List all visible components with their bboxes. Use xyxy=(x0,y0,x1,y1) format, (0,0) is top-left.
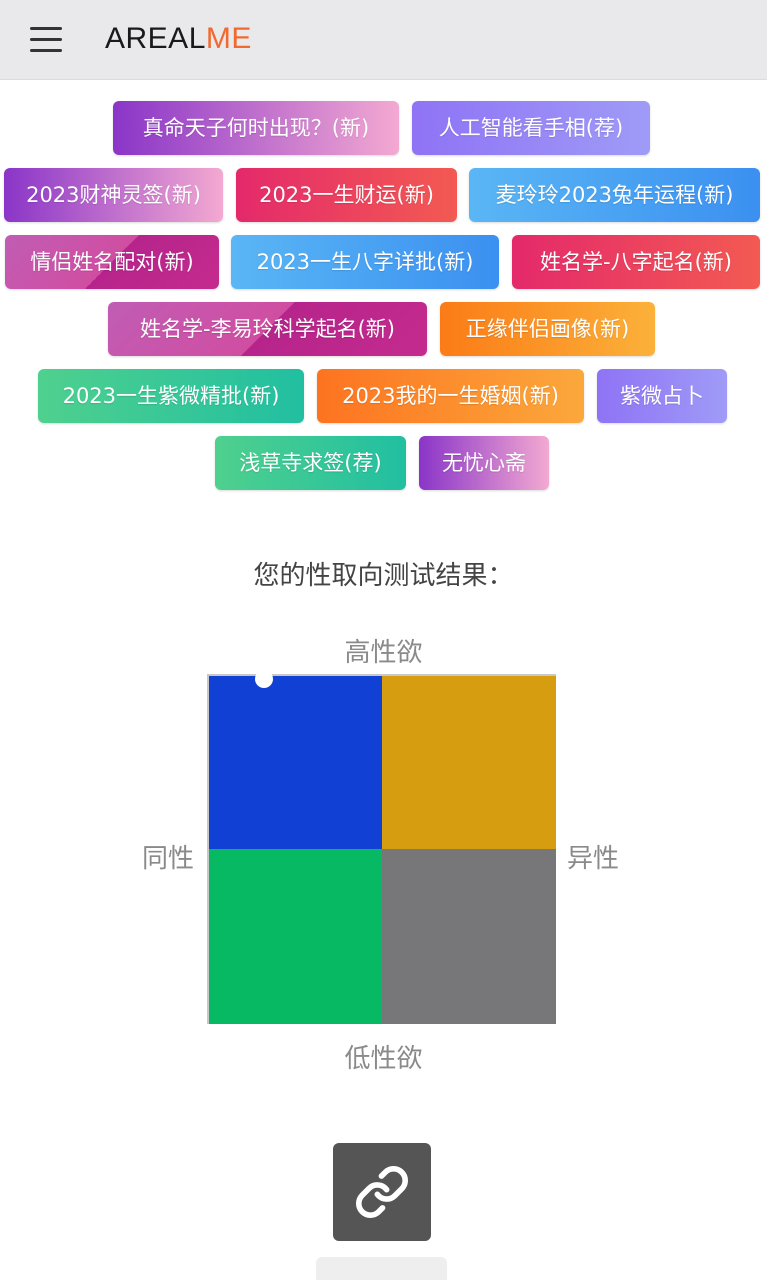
quadrant-low-opposite xyxy=(382,849,556,1024)
axis-label-left: 同性 xyxy=(142,844,195,874)
tag-link[interactable]: 无忧心斋 xyxy=(419,436,549,490)
tag-link[interactable]: 2023一生财运(新) xyxy=(236,168,457,222)
tag-link[interactable]: 2023我的一生婚姻(新) xyxy=(317,369,584,423)
tag-link[interactable]: 麦玲玲2023兔年运程(新) xyxy=(469,168,760,222)
tag-link[interactable]: 浅草寺求签(荐) xyxy=(215,436,406,490)
logo-main-text: AREAL xyxy=(105,22,206,55)
tag-link[interactable]: 情侣姓名配对(新) xyxy=(5,235,219,289)
copy-link-button[interactable] xyxy=(333,1143,431,1241)
hamburger-menu-icon[interactable] xyxy=(30,27,62,53)
tag-link[interactable]: 2023一生紫微精批(新) xyxy=(38,369,304,423)
tag-link[interactable]: 2023一生八字详批(新) xyxy=(231,235,499,289)
share-button-partial[interactable] xyxy=(316,1257,447,1280)
axis-label-right: 异性 xyxy=(567,844,620,874)
result-title: 您的性取向测试结果： xyxy=(253,561,514,591)
quadrant-low-same xyxy=(209,849,382,1024)
tag-link[interactable]: 2023财神灵签(新) xyxy=(4,168,223,222)
tag-link[interactable]: 紫微占卜 xyxy=(597,369,727,423)
axis-label-bottom: 低性欲 xyxy=(344,1044,423,1074)
tag-link[interactable]: 正缘伴侣画像(新) xyxy=(440,302,655,356)
tag-link[interactable]: 姓名学-李易玲科学起名(新) xyxy=(108,302,427,356)
axis-label-top: 高性欲 xyxy=(344,638,423,668)
logo-accent-text: ME xyxy=(205,22,252,55)
site-logo[interactable]: AREALME xyxy=(105,22,252,56)
tag-link[interactable]: 姓名学-八字起名(新) xyxy=(512,235,760,289)
tag-link[interactable]: 人工智能看手相(荐) xyxy=(412,101,650,155)
orientation-result-grid xyxy=(207,670,556,1024)
top-bar: AREALME xyxy=(0,0,767,80)
quadrant-high-opposite xyxy=(382,676,556,849)
link-icon xyxy=(356,1166,408,1218)
tag-link[interactable]: 真命天子何时出现？(新) xyxy=(113,101,399,155)
quadrant-high-same xyxy=(209,676,382,849)
